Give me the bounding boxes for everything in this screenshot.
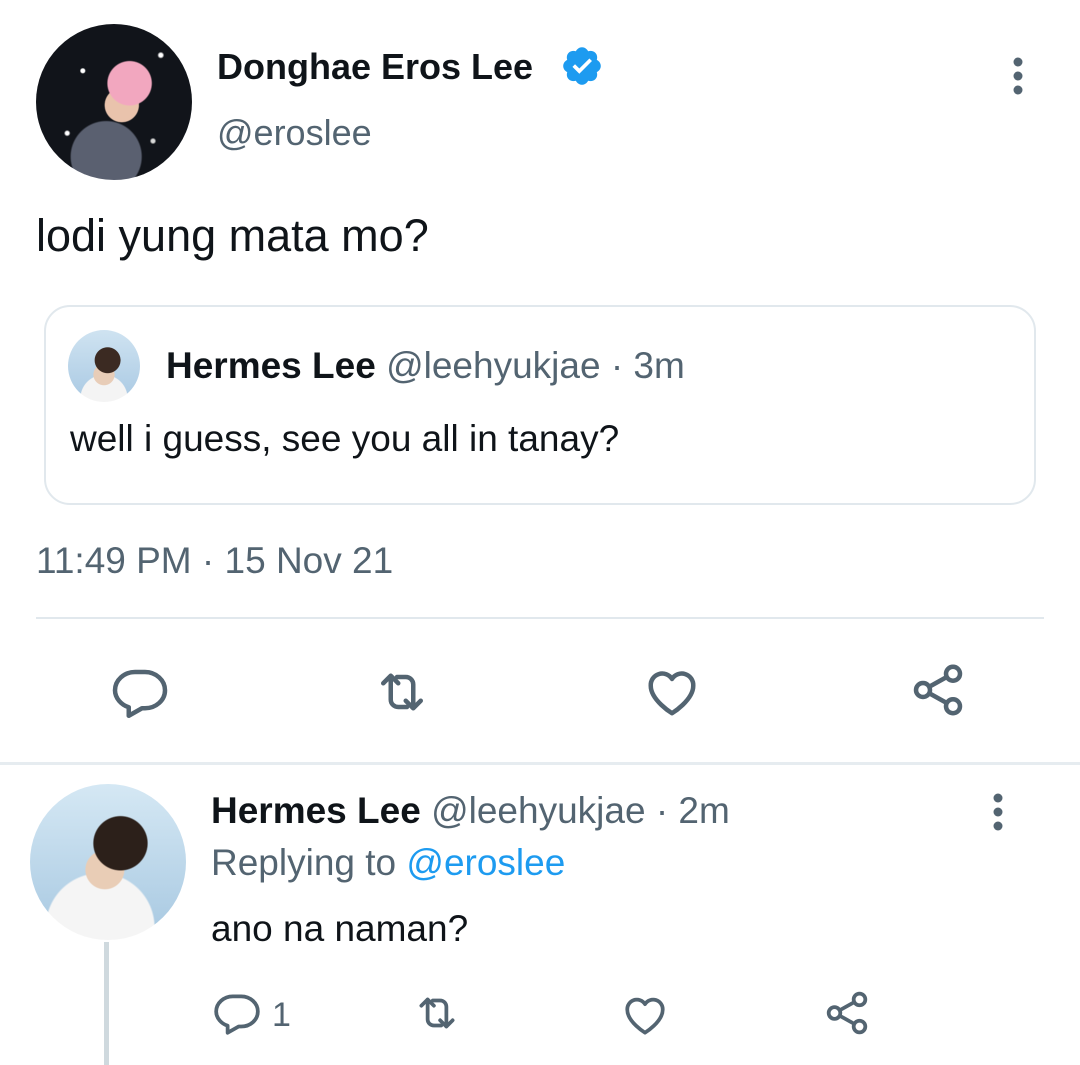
more-options-icon[interactable] (998, 52, 1038, 100)
thread-line (104, 942, 109, 1065)
quoted-author-avatar (68, 330, 140, 402)
author-avatar[interactable] (36, 24, 192, 180)
tweet-text: lodi yung mata mo? (36, 210, 429, 261)
reply-icon[interactable] (110, 662, 170, 722)
replying-to: Replying to @eroslee (211, 842, 565, 884)
reply-tweet-text: ano na naman? (211, 908, 469, 949)
quoted-tweet-text: well i guess, see you all in tanay? (70, 418, 620, 459)
replying-to-handle-link[interactable]: @eroslee (406, 842, 565, 883)
reply-count: 1 (272, 996, 291, 1034)
share-icon[interactable] (822, 988, 872, 1038)
like-icon[interactable] (620, 990, 670, 1040)
author-display-name[interactable]: Donghae Eros Lee (217, 46, 533, 88)
retweet-icon[interactable] (412, 988, 462, 1038)
reply-author-name[interactable]: Hermes Lee (211, 790, 421, 831)
author-handle[interactable]: @eroslee (217, 112, 372, 154)
like-icon[interactable] (642, 662, 702, 722)
more-options-icon[interactable] (978, 788, 1018, 836)
quoted-tweet-header: Hermes Lee @leehyukjae · 3m (166, 345, 685, 387)
reply-author-meta: @leehyukjae · 2m (420, 790, 730, 831)
quoted-author-name: Hermes Lee (166, 345, 376, 386)
replying-to-prefix: Replying to (211, 842, 407, 883)
section-divider (0, 762, 1080, 765)
reply-header: Hermes Lee @leehyukjae · 2m (211, 790, 730, 832)
quoted-tweet-card[interactable] (44, 305, 1036, 505)
retweet-icon[interactable] (372, 662, 432, 722)
quoted-author-meta: @leehyukjae · 3m (375, 345, 685, 386)
verified-badge-icon (563, 47, 601, 85)
reply-author-avatar[interactable] (30, 784, 186, 940)
divider (36, 617, 1044, 619)
reply-icon[interactable] (212, 988, 262, 1038)
share-icon[interactable] (908, 660, 968, 720)
tweet-timestamp[interactable]: 11:49 PM · 15 Nov 21 (36, 540, 393, 582)
